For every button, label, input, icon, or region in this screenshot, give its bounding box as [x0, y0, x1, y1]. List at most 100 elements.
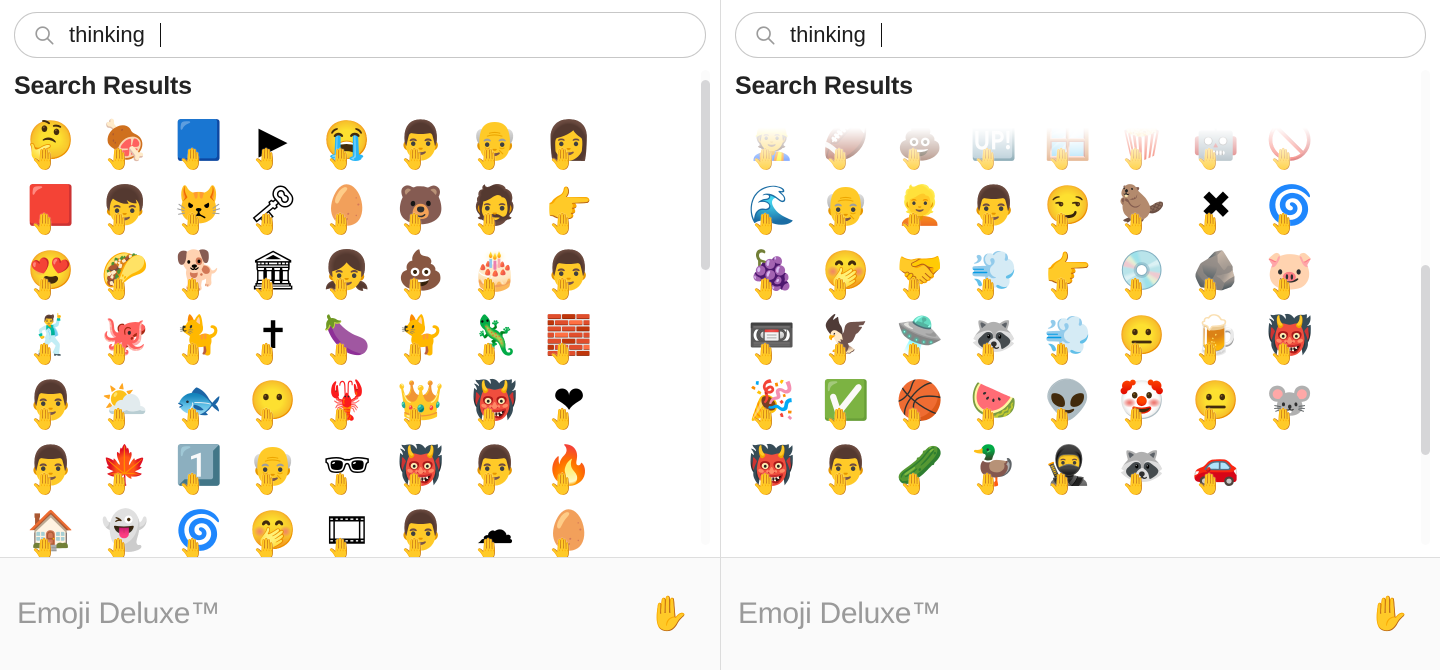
emoji-item[interactable]: 👨 🤚: [14, 433, 88, 498]
emoji-item[interactable]: 🪟 🤚: [1031, 108, 1105, 173]
emoji-item[interactable]: ✖ 🤚: [1179, 173, 1253, 238]
emoji-item[interactable]: 🐟 🤚: [162, 368, 236, 433]
emoji-item[interactable]: 🆙 🤚: [957, 108, 1031, 173]
emoji-item[interactable]: 😐 🤚: [1105, 303, 1179, 368]
scrollbar-thumb-right[interactable]: [1421, 265, 1430, 455]
emoji-item[interactable]: 🦞 🤚: [310, 368, 384, 433]
emoji-item[interactable]: 🤔 🤚: [14, 108, 88, 173]
emoji-item[interactable]: 🤝 🤚: [883, 238, 957, 303]
emoji-item[interactable]: 🤭 🤚: [809, 238, 883, 303]
emoji-item[interactable]: 🏀 🤚: [883, 368, 957, 433]
emoji-item[interactable]: 🦝 🤚: [957, 303, 1031, 368]
emoji-item[interactable]: 🌮 🤚: [88, 238, 162, 303]
emoji-item[interactable]: 💨 🤚: [957, 238, 1031, 303]
emoji-item[interactable]: 😐 🤚: [1179, 368, 1253, 433]
emoji-item[interactable]: 👉 🤚: [1031, 238, 1105, 303]
emoji-item[interactable]: 👴 🤚: [458, 108, 532, 173]
emoji-item[interactable]: 🤸 🤚: [883, 58, 957, 108]
emoji-item[interactable]: 🐈 🤚: [384, 303, 458, 368]
emoji-item[interactable]: 🌈 🤚: [1179, 58, 1253, 108]
emoji-item[interactable]: 🐭 🤚: [1253, 368, 1327, 433]
emoji-item[interactable]: 👨 🤚: [957, 173, 1031, 238]
emoji-item[interactable]: ❤ 🤚: [532, 368, 606, 433]
emoji-item[interactable]: 🕶 🤚: [310, 433, 384, 498]
emoji-item[interactable]: ☁ 🤚: [458, 498, 532, 558]
emoji-item[interactable]: 👴 🤚: [809, 173, 883, 238]
emoji-item[interactable]: 🧀 🤚: [1031, 58, 1105, 108]
emoji-item[interactable]: 💿 🤚: [1105, 238, 1179, 303]
emoji-item[interactable]: 🐙 🤚: [88, 303, 162, 368]
emoji-item[interactable]: 🍆 🤚: [310, 303, 384, 368]
emoji-item[interactable]: 🥒 🤚: [883, 433, 957, 498]
emoji-item[interactable]: 👨 🤚: [458, 433, 532, 498]
emoji-item[interactable]: 🦅 🤚: [809, 303, 883, 368]
emoji-item[interactable]: 🟥 🤚: [14, 173, 88, 238]
emoji-item[interactable]: 🚗 🤚: [1179, 433, 1253, 498]
emoji-item[interactable]: 🏴 🤚: [809, 58, 883, 108]
emoji-item[interactable]: 🥫 🤚: [735, 58, 809, 108]
emoji-item[interactable]: 🌀 🤚: [1253, 173, 1327, 238]
emoji-item[interactable]: 👴 🤚: [236, 433, 310, 498]
emoji-item[interactable]: 🍿 🤚: [1105, 108, 1179, 173]
emoji-item[interactable]: 🍺 🤚: [1179, 303, 1253, 368]
emoji-item[interactable]: 👑 🤚: [384, 368, 458, 433]
emoji-item[interactable]: 🎉 🤚: [735, 368, 809, 433]
emoji-item[interactable]: 🐷 🤚: [1253, 238, 1327, 303]
emoji-item[interactable]: 👹 🤚: [735, 433, 809, 498]
scrollbar-left[interactable]: [701, 70, 710, 545]
emoji-item[interactable]: 🦫 🤚: [1105, 173, 1179, 238]
emoji-item[interactable]: 🍖 🤚: [88, 108, 162, 173]
emoji-item[interactable]: 🧔 🤚: [458, 173, 532, 238]
emoji-item[interactable]: ▶ 🤚: [236, 108, 310, 173]
emoji-item[interactable]: 💩 🤚: [384, 238, 458, 303]
emoji-item[interactable]: 🔥 🤚: [532, 433, 606, 498]
emoji-item[interactable]: 💳 🤚: [1105, 58, 1179, 108]
emoji-item[interactable]: 🐈 🤚: [162, 303, 236, 368]
emoji-item[interactable]: 🪨 🤚: [1179, 238, 1253, 303]
emoji-item[interactable]: 👨 🤚: [809, 433, 883, 498]
emoji-item[interactable]: 🦝 🤚: [1105, 433, 1179, 498]
emoji-item[interactable]: 🐻 🤚: [384, 173, 458, 238]
emoji-item[interactable]: 🥚 🤚: [310, 173, 384, 238]
emoji-item[interactable]: 👨 🤚: [957, 58, 1031, 108]
search-input-left[interactable]: thinking: [14, 12, 706, 58]
emoji-item[interactable]: ✝ 🤚: [236, 303, 310, 368]
emoji-item[interactable]: 🍁 🤚: [88, 433, 162, 498]
emoji-item[interactable]: ✅ 🤚: [809, 368, 883, 433]
emoji-item[interactable]: 💨 🤚: [1031, 303, 1105, 368]
emoji-item[interactable]: 🛸 🤚: [883, 303, 957, 368]
emoji-item[interactable]: 🗝 🤚: [236, 173, 310, 238]
emoji-item[interactable]: 👹 🤚: [1253, 303, 1327, 368]
emoji-item[interactable]: 👨 🤚: [384, 498, 458, 558]
emoji-item[interactable]: 🥷 🤚: [1031, 433, 1105, 498]
emoji-item[interactable]: 👨 🤚: [532, 238, 606, 303]
emoji-item[interactable]: 👻 🤚: [88, 498, 162, 558]
emoji-item[interactable]: 👦 🤚: [88, 173, 162, 238]
emoji-item[interactable]: 🎂 🤚: [458, 238, 532, 303]
emoji-item[interactable]: 🌀 🤚: [162, 498, 236, 558]
emoji-item[interactable]: 😏 🤚: [1031, 173, 1105, 238]
emoji-item[interactable]: 💩 🤚: [883, 108, 957, 173]
emoji-item[interactable]: 👽 🤚: [1031, 368, 1105, 433]
emoji-grid-right[interactable]: 👌🤚🔍🤚🐿🤚🎬🤚🍔🤚🤪🤚👨🤚👻🤚🥫🤚🏴🤚🤸🤚👨🤚🧀🤚💳🤚🌈🤚👴🤚👷🤚🏈🤚💩🤚🆙🤚…: [721, 58, 1440, 498]
emoji-item[interactable]: 1️⃣ 🤚: [162, 433, 236, 498]
emoji-item[interactable]: 🦆 🤚: [957, 433, 1031, 498]
emoji-grid-left[interactable]: 🤔 🤚 🍖 🤚 🟦 🤚 ▶ 🤚 😭 🤚 👨 🤚 👴 🤚 👩 🤚 🟥 🤚 👦 🤚 😾 🤚 🗝 🤚 🥚 🤚 🐻 🤚 🧔 🤚 👉 🤚 😍 🤚 🌮 🤚 🐕 🤚 🏛 🤚…: [0, 108, 720, 558]
emoji-item[interactable]: 🏈 🤚: [809, 108, 883, 173]
emoji-item[interactable]: 🍉 🤚: [957, 368, 1031, 433]
emoji-item[interactable]: 😾 🤚: [162, 173, 236, 238]
emoji-item[interactable]: 🤖 🤚: [1179, 108, 1253, 173]
emoji-item[interactable]: 🤡 🤚: [1105, 368, 1179, 433]
emoji-item[interactable]: 👧 🤚: [310, 238, 384, 303]
emoji-item[interactable]: 😍 🤚: [14, 238, 88, 303]
emoji-item[interactable]: 🕺 🤚: [14, 303, 88, 368]
emoji-item[interactable]: 🌊 🤚: [735, 173, 809, 238]
emoji-item[interactable]: 👉 🤚: [532, 173, 606, 238]
search-input-right[interactable]: thinking: [735, 12, 1426, 58]
emoji-item[interactable]: 🦎 🤚: [458, 303, 532, 368]
emoji-item[interactable]: 🎞 🤚: [310, 498, 384, 558]
emoji-item[interactable]: 👨 🤚: [384, 108, 458, 173]
emoji-item[interactable]: 🏠 🤚: [14, 498, 88, 558]
emoji-item[interactable]: 🏛 🤚: [236, 238, 310, 303]
emoji-item[interactable]: 👩 🤚: [532, 108, 606, 173]
